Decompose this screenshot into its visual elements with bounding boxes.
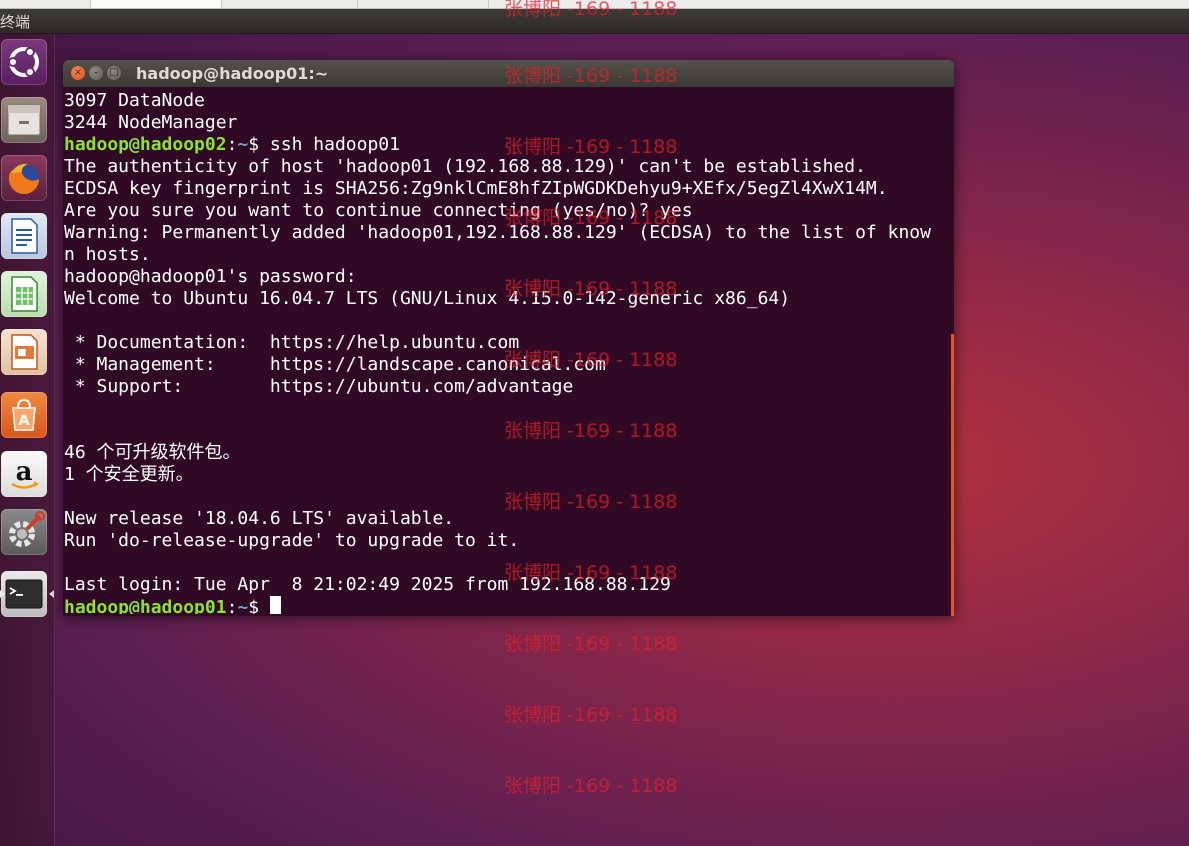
settings-icon <box>9 511 45 547</box>
top-panel: 终端 <box>0 9 1189 34</box>
launcher-item-files[interactable] <box>1 97 47 143</box>
minimize-button[interactable]: – <box>89 66 103 80</box>
terminal-line: Are you sure you want to continue connec… <box>64 200 693 221</box>
terminal-line: * Management: https://landscape.canonica… <box>64 354 606 375</box>
svg-text:A: A <box>19 413 30 429</box>
terminal-window[interactable]: × – □ hadoop@hadoop01:~ 3097 DataNode 32… <box>63 60 954 616</box>
host-app-strip <box>0 0 1189 9</box>
launcher-item-settings[interactable] <box>1 509 47 555</box>
launcher-item-software[interactable]: A <box>1 392 47 438</box>
watermark: 张博阳 -169 - 1188 <box>504 775 678 797</box>
software-center-icon: A <box>12 398 36 431</box>
terminal-line-prompt: hadoop@hadoop02:~$ ssh hadoop01 <box>64 134 949 156</box>
close-button[interactable]: × <box>71 66 85 80</box>
watermark: 张博阳 -169 - 1188 <box>504 704 678 726</box>
prompt-command: $ <box>248 597 270 614</box>
terminal-current-prompt[interactable]: hadoop@hadoop01:~$ <box>64 596 949 614</box>
files-icon <box>7 104 41 136</box>
terminal-line: 3097 DataNode <box>64 90 205 111</box>
launcher: A a <box>0 34 55 846</box>
terminal-line: Warning: Permanently added 'hadoop01,192… <box>64 222 931 243</box>
terminal-icon <box>5 579 43 609</box>
prompt-sep: : <box>226 134 238 155</box>
svg-text:a: a <box>16 457 33 487</box>
scrollbar[interactable] <box>951 334 954 616</box>
launcher-item-impress[interactable] <box>1 329 47 375</box>
focused-indicator-arrow <box>0 590 5 598</box>
launcher-item-calc[interactable] <box>1 271 47 317</box>
maximize-button[interactable]: □ <box>107 66 121 80</box>
running-indicator-arrow <box>49 590 54 598</box>
terminal-line: 1 个安全更新。 <box>64 464 194 485</box>
terminal-line: Run 'do-release-upgrade' to upgrade to i… <box>64 530 520 551</box>
launcher-item-writer[interactable] <box>1 213 47 259</box>
writer-icon <box>11 218 38 254</box>
terminal-line: hadoop@hadoop01's password: <box>64 266 357 287</box>
window-titlebar[interactable]: × – □ hadoop@hadoop01:~ <box>63 60 954 87</box>
terminal-output[interactable]: 3097 DataNode 3244 NodeManager hadoop@ha… <box>64 90 949 614</box>
firefox-icon <box>8 163 39 194</box>
launcher-item-terminal[interactable] <box>1 571 47 617</box>
terminal-line: * Support: https://ubuntu.com/advantage <box>64 376 574 397</box>
prompt-path: ~ <box>237 597 249 614</box>
launcher-item-amazon[interactable]: a <box>1 451 47 497</box>
terminal-line: New release '18.04.6 LTS' available. <box>64 508 455 529</box>
terminal-line: n hosts. <box>64 244 151 265</box>
terminal-line: Welcome to Ubuntu 16.04.7 LTS (GNU/Linux… <box>64 288 791 309</box>
launcher-item-dash[interactable] <box>1 39 47 85</box>
terminal-line: * Documentation: https://help.ubuntu.com <box>64 332 520 353</box>
terminal-line: Last login: Tue Apr 8 21:02:49 2025 from… <box>64 574 671 595</box>
calc-icon <box>11 276 38 312</box>
launcher-item-firefox[interactable] <box>1 155 47 201</box>
impress-icon <box>11 334 38 370</box>
text-cursor <box>269 596 281 614</box>
terminal-line: 46 个可升级软件包。 <box>64 442 241 463</box>
ubuntu-dash-icon <box>8 47 39 77</box>
prompt-user: hadoop@hadoop02 <box>64 134 227 155</box>
amazon-icon: a <box>11 457 39 489</box>
prompt-sep: : <box>226 597 238 614</box>
window-title: hadoop@hadoop01:~ <box>136 64 329 83</box>
terminal-line: 3244 NodeManager <box>64 112 238 133</box>
watermark: 张博阳 -169 - 1188 <box>504 633 678 655</box>
terminal-line: The authenticity of host 'hadoop01 (192.… <box>64 156 866 177</box>
active-app-title: 终端 <box>0 13 31 31</box>
terminal-line: ECDSA key fingerprint is SHA256:Zg9nklCm… <box>64 178 888 199</box>
prompt-command: $ ssh hadoop01 <box>248 134 400 155</box>
prompt-path: ~ <box>237 134 249 155</box>
prompt-user: hadoop@hadoop01 <box>64 597 227 614</box>
